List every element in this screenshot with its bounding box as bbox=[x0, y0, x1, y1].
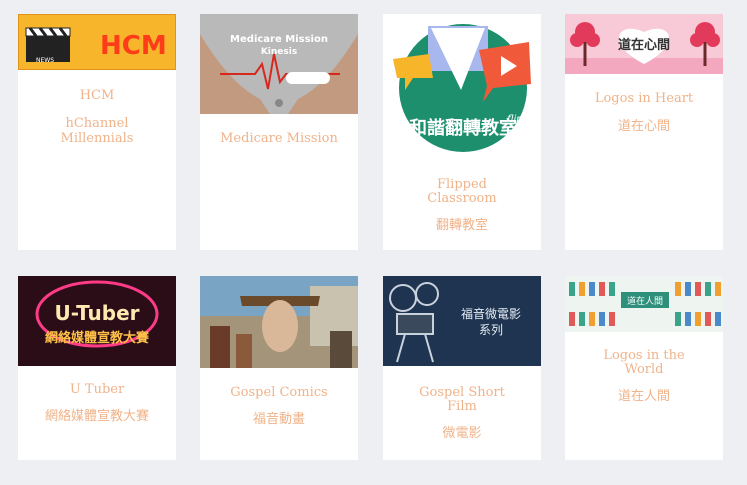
thumb-title-text: Medicare Mission bbox=[230, 34, 328, 45]
card-thumbnail[interactable]: 道在心間 bbox=[565, 14, 723, 74]
thumb-label-text: 系列 bbox=[479, 323, 503, 337]
card-subtitle: 道在心間 bbox=[617, 119, 670, 134]
card-subtitle: 微電影 bbox=[442, 426, 482, 441]
card-title[interactable]: Medicare Mission bbox=[206, 132, 352, 146]
news-label: NEWS bbox=[36, 57, 54, 64]
card-subtitle: 道在人間 bbox=[617, 389, 670, 404]
card-thumbnail[interactable]: Medicare Mission Kinesis bbox=[200, 14, 358, 114]
card-thumbnail[interactable]: HCM NEWS bbox=[18, 14, 176, 70]
hcm-logo-text: HCM bbox=[100, 31, 167, 61]
logos-in-heart-thumbnail-image: 道在心間 bbox=[565, 14, 723, 74]
thumb-label-text: flip bbox=[507, 114, 523, 125]
card-title[interactable]: Logos in the World bbox=[571, 349, 717, 377]
card-thumbnail[interactable] bbox=[200, 276, 358, 368]
gospel-comics-thumbnail-image bbox=[200, 276, 358, 368]
thumb-title-text: 道在心間 bbox=[618, 37, 670, 53]
card-subtitle: 翻轉教室 bbox=[435, 218, 488, 233]
card-hcm[interactable]: HCM NEWS HCM hChannel Millennials bbox=[18, 14, 176, 250]
card-logos-in-the-world[interactable]: 道在人間 Logos in the World 道在人間 bbox=[565, 276, 723, 460]
card-title[interactable]: Gospel Comics bbox=[206, 386, 352, 400]
card-title[interactable]: Gospel Short Film bbox=[389, 386, 535, 414]
card-u-tuber[interactable]: U-Tuber 網絡媒體宣教大賽 U Tuber 網絡媒體宣教大賽 bbox=[18, 276, 176, 460]
card-gospel-comics[interactable]: Gospel Comics 福音動畫 bbox=[200, 276, 358, 460]
card-title[interactable]: HCM bbox=[24, 89, 170, 103]
card-flipped-classroom[interactable]: 和諧翻轉教室 flip Flipped Classroom 翻轉教室 bbox=[383, 14, 541, 250]
card-thumbnail[interactable]: 和諧翻轉教室 flip bbox=[383, 14, 541, 154]
card-subtitle: 福音動畫 bbox=[252, 412, 305, 427]
card-title[interactable]: Logos in Heart bbox=[571, 92, 717, 106]
card-title[interactable]: Flipped Classroom bbox=[389, 178, 535, 206]
thumb-title-text: 和諧翻轉教室 bbox=[409, 117, 517, 139]
thumb-label-text: 網絡媒體宣教大賽 bbox=[45, 330, 150, 346]
logos-in-the-world-thumbnail-image: 道在人間 bbox=[565, 276, 723, 332]
thumb-label-text: Kinesis bbox=[261, 47, 297, 57]
gospel-short-film-thumbnail-image: 福音微電影 系列 bbox=[383, 276, 541, 366]
thumb-title-text: U-Tuber bbox=[54, 301, 139, 325]
u-tuber-thumbnail-image: U-Tuber 網絡媒體宣教大賽 bbox=[18, 276, 176, 366]
card-thumbnail[interactable]: 道在人間 bbox=[565, 276, 723, 332]
card-thumbnail[interactable]: U-Tuber 網絡媒體宣教大賽 bbox=[18, 276, 176, 366]
thumb-title-text: 道在人間 bbox=[627, 295, 663, 307]
card-title[interactable]: U Tuber bbox=[24, 383, 170, 397]
card-subtitle: 網絡媒體宣教大賽 bbox=[44, 409, 149, 424]
card-logos-in-heart[interactable]: 道在心間 Logos in Heart 道在心間 bbox=[565, 14, 723, 250]
hcm-thumbnail-image: HCM NEWS bbox=[18, 14, 176, 70]
medicare-thumbnail-image: Medicare Mission Kinesis bbox=[200, 14, 358, 114]
card-subtitle: hChannel Millennials bbox=[60, 116, 134, 146]
card-thumbnail[interactable]: 福音微電影 系列 bbox=[383, 276, 541, 366]
card-gospel-short-film[interactable]: 福音微電影 系列 Gospel Short Film 微電影 bbox=[383, 276, 541, 460]
card-medicare-mission[interactable]: Medicare Mission Kinesis Medicare Missio… bbox=[200, 14, 358, 250]
flipped-classroom-thumbnail-image: 和諧翻轉教室 flip bbox=[383, 14, 541, 154]
thumb-title-text: 福音微電影 bbox=[461, 306, 521, 321]
